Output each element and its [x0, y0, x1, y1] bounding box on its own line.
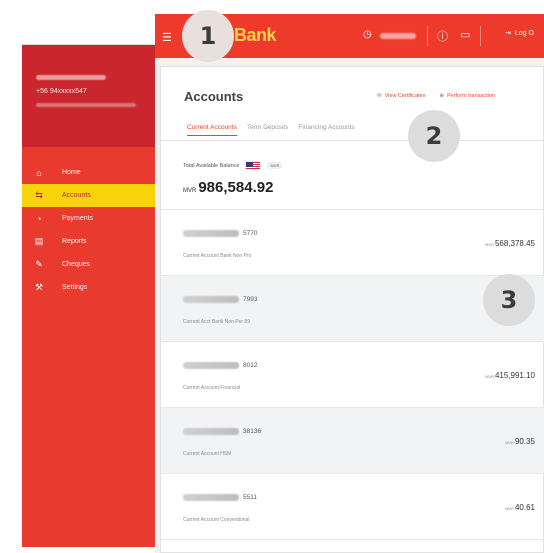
account-balance: MVR 90.35: [505, 437, 535, 446]
account-type: Current Account Conventional: [183, 517, 250, 523]
currency-pill[interactable]: MVR: [267, 162, 283, 169]
transaction-icon: ⊕: [439, 93, 445, 99]
balance-amount: 986,584.92: [198, 179, 274, 196]
us-flag-icon: [245, 161, 262, 170]
home-icon: ⌂: [36, 167, 42, 178]
account-row[interactable]: 5511 Current Account Conventional MVR 40…: [161, 474, 544, 540]
perform-transaction-link[interactable]: ⊕ Perform transaction: [439, 93, 495, 99]
account-row[interactable]: 5770 Current Account Bank Non Pro MVR 56…: [161, 210, 544, 276]
account-number-redacted: [183, 428, 239, 435]
accounts-icon: ⇆: [35, 190, 43, 200]
clock-icon: ◷: [363, 29, 372, 40]
account-type: Current Account Bank Non Pro: [183, 253, 252, 259]
sidebar-item-cheques[interactable]: ✎ Cheques: [22, 253, 155, 276]
certificate-icon: ✉: [377, 93, 382, 99]
sidebar-item-label: Accounts: [62, 192, 91, 199]
sidebar-item-settings[interactable]: ⚒ Settings: [22, 276, 155, 299]
header-links: ✉ View Certificates ⊕ Perform transactio…: [377, 93, 495, 99]
account-number-redacted: [183, 230, 239, 237]
view-certificates-link[interactable]: ✉ View Certificates: [377, 93, 425, 99]
balance-label-row: Total Available Balance MVR: [183, 161, 283, 170]
tab-divider: [161, 140, 543, 141]
sidebar-item-label: Home: [62, 169, 81, 176]
total-balance: MVR 986,584.92: [183, 179, 273, 196]
user-name-redacted: [36, 75, 106, 80]
cheques-icon: ✎: [35, 259, 43, 269]
screenshot-stage: +56 94xxxxx547 ⌂ Home ⇆ Accounts ◔ Payme…: [0, 0, 544, 553]
profile-header: +56 94xxxxx547: [22, 45, 155, 147]
account-balance: MVR 415,991.10: [485, 371, 535, 380]
user-email-redacted: [36, 103, 136, 107]
account-type: Current Acct Bank Non Per 89: [183, 319, 250, 325]
account-balance: MVR 40.61: [505, 503, 535, 512]
account-number: 7993: [183, 296, 257, 303]
session-user-redacted: [380, 33, 416, 39]
account-number-redacted: [183, 296, 239, 303]
page-title: Accounts: [184, 89, 244, 104]
payments-icon: ◔: [36, 213, 42, 224]
account-row[interactable]: 8012 Current Account Financial MVR 415,9…: [161, 342, 544, 408]
account-number-redacted: [183, 362, 239, 369]
divider: [427, 26, 428, 46]
user-phone: +56 94xxxxx547: [36, 88, 87, 95]
tab-term-deposits[interactable]: Term Deposits: [247, 124, 289, 136]
account-type: Current Account HSM: [183, 451, 232, 457]
settings-icon: ⚒: [34, 282, 44, 292]
info-icon[interactable]: ⓘ: [437, 28, 448, 44]
sidebar-item-payments[interactable]: ◔ Payments: [22, 207, 155, 230]
account-balance: MVR 568,378.45: [485, 239, 535, 248]
sidebar-item-reports[interactable]: ▤ Reports: [22, 230, 155, 253]
logout-icon: ⇥: [505, 30, 511, 37]
reports-icon: ▤: [34, 236, 44, 246]
account-number: 5511: [183, 494, 257, 501]
sidebar-item-label: Settings: [62, 284, 88, 291]
account-number: 38136: [183, 428, 261, 435]
tab-current-accounts[interactable]: Current Accounts: [187, 124, 237, 136]
account-number-redacted: [183, 494, 239, 501]
balance-label: Total Available Balance: [183, 162, 240, 169]
callout-2: 2: [408, 110, 460, 162]
sidebar-nav: ⌂ Home ⇆ Accounts ◔ Payments ▤ Reports ✎…: [22, 147, 155, 299]
logout-button[interactable]: ⇥ Log O: [505, 29, 534, 38]
bank-logo: Bank: [234, 25, 277, 45]
callout-3: 3: [483, 274, 535, 326]
book-icon[interactable]: ▭: [460, 28, 470, 41]
row-divider: [161, 539, 544, 540]
sidebar-item-label: Payments: [62, 215, 94, 222]
sidebar-item-home[interactable]: ⌂ Home: [22, 161, 155, 184]
sidebar-item-accounts[interactable]: ⇆ Accounts: [22, 184, 155, 207]
sidebar: +56 94xxxxx547 ⌂ Home ⇆ Accounts ◔ Payme…: [22, 44, 155, 547]
account-number: 8012: [183, 362, 257, 369]
account-row[interactable]: 38136 Current Account HSM MVR 90.35: [161, 408, 544, 474]
account-tabs: Current Accounts Term Deposits Financing…: [187, 124, 355, 136]
sidebar-item-label: Reports: [62, 238, 87, 245]
tab-financing-accounts[interactable]: Financing Accounts: [298, 124, 354, 136]
account-number: 5770: [183, 230, 257, 237]
account-type: Current Account Financial: [183, 385, 241, 391]
logout-label: Log O: [514, 29, 534, 37]
divider: [480, 26, 481, 46]
balance-currency: MVR: [183, 188, 197, 194]
callout-1: 1: [182, 10, 234, 62]
sidebar-item-label: Cheques: [62, 261, 91, 268]
hamburger-icon[interactable]: ☰: [162, 31, 172, 44]
